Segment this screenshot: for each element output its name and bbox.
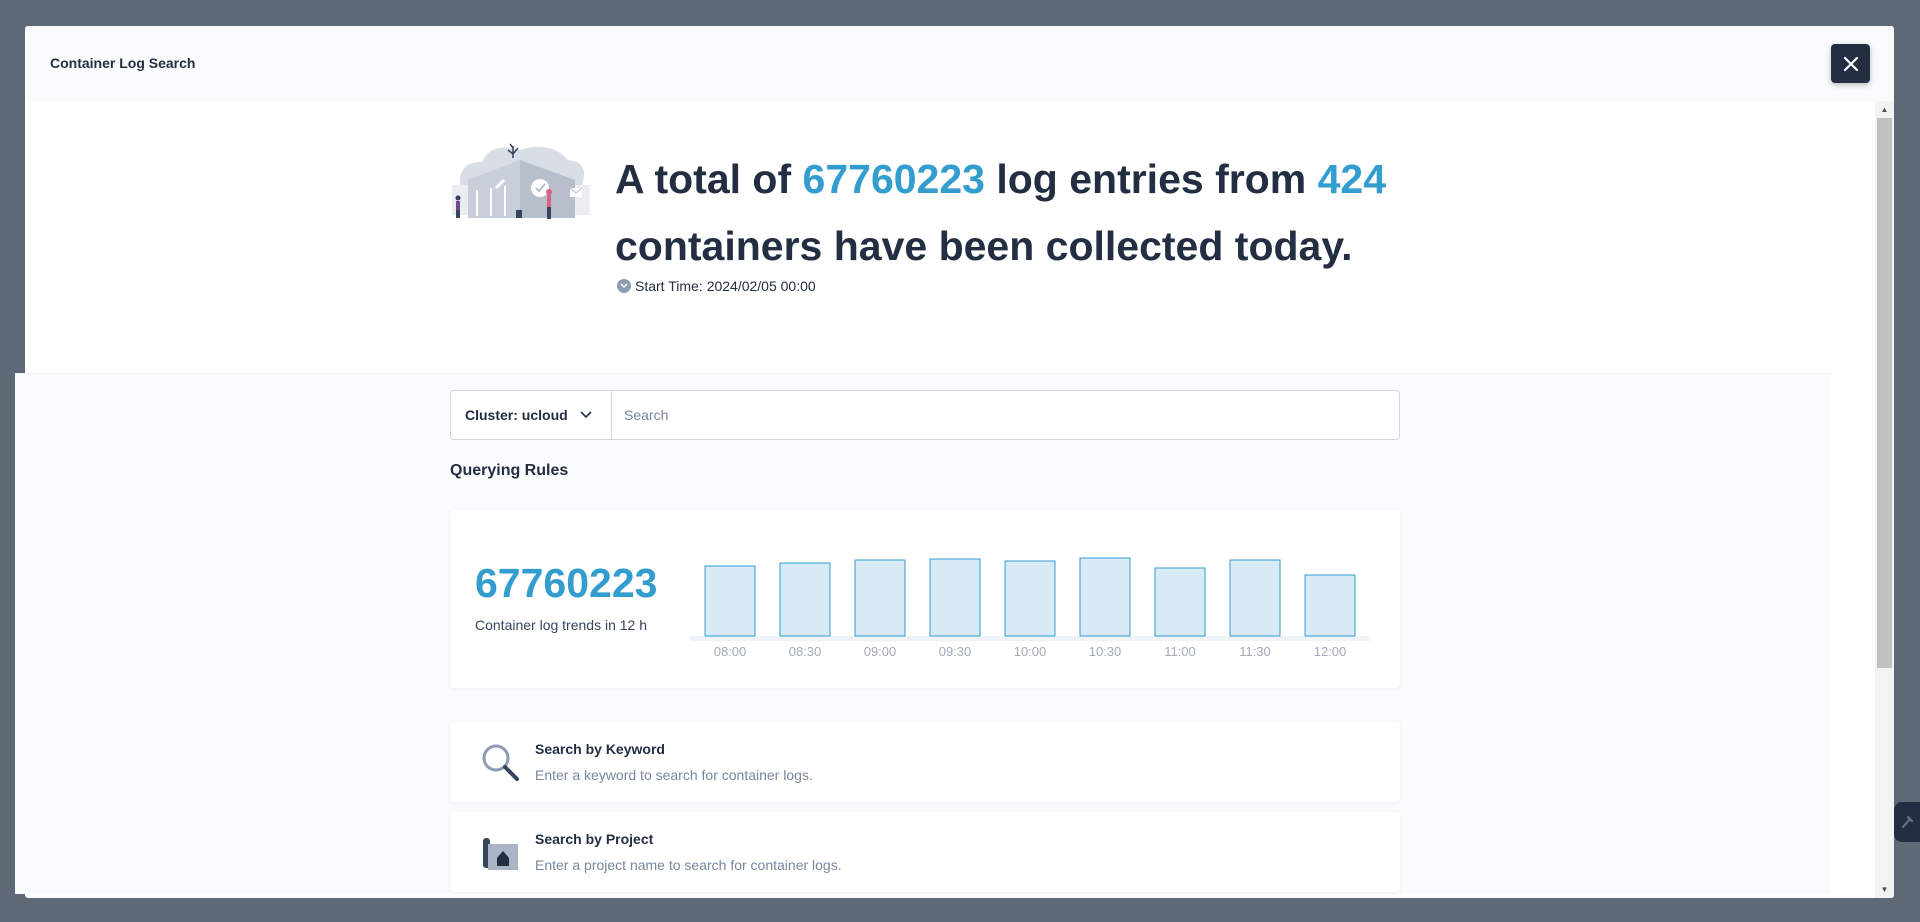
chart-baseline [690,636,1370,641]
hero-section: A total of 67760223 log entries from 424… [450,140,1386,340]
option-description: Enter a project name to search for conta… [535,857,842,873]
log-trend-chart: 08:00 08:30 09:00 09:30 10:00 10:30 11:00 11:30… [690,557,1370,659]
option-description: Enter a keyword to search for container … [535,767,813,783]
hero-suffix: containers have been collected today. [615,223,1353,269]
start-time-label: Start Time: [635,278,703,294]
x-tick-label: 09:30 [939,644,972,659]
hero-heading: A total of 67760223 log entries from 424… [615,146,1435,280]
start-time-value: 2024/02/05 00:00 [706,278,816,294]
close-button[interactable] [1831,44,1870,83]
log-trend-card: 67760223 Container log trends in 12 h 08… [450,510,1400,688]
x-tick-label: 08:00 [714,644,747,659]
chart-bar[interactable] [854,559,906,637]
search-by-project-card[interactable]: Search by Project Enter a project name t… [450,812,1400,892]
chart-bar[interactable] [704,565,756,637]
x-tick-label: 10:30 [1089,644,1122,659]
x-tick-label: 09:00 [864,644,897,659]
modal-header: Container Log Search [25,26,1894,101]
chart-bar[interactable] [1304,574,1356,637]
chart-bar[interactable] [1154,567,1206,637]
chevron-down-icon [580,411,592,419]
trend-count: 67760223 [475,560,658,606]
cluster-select-label: Cluster: ucloud [465,407,568,423]
modal-title: Container Log Search [50,55,196,71]
option-title: Search by Project [535,831,654,847]
vertical-scrollbar[interactable]: ▲ ▼ [1875,101,1894,898]
scroll-up-arrow-icon[interactable]: ▲ [1875,101,1894,118]
search-input[interactable] [612,391,1399,439]
scroll-down-arrow-icon[interactable]: ▼ [1875,881,1894,898]
log-count: 67760223 [802,156,985,202]
close-icon [1843,56,1858,71]
chart-bar[interactable] [1004,560,1056,637]
data-center-illustration-icon [452,143,590,219]
clock-icon [617,279,631,293]
hero-middle: log entries from [996,156,1307,202]
querying-rules-title: Querying Rules [450,462,569,479]
magnifier-icon [482,744,519,781]
chart-bar[interactable] [1229,559,1281,637]
project-icon [483,838,518,870]
x-tick-label: 11:00 [1164,644,1196,659]
start-time: Start Time: 2024/02/05 00:00 [617,278,816,294]
scroll-thumb[interactable] [1877,118,1892,668]
x-tick-label: 08:30 [789,644,822,659]
option-title: Search by Keyword [535,741,665,757]
hammer-icon [1902,816,1913,828]
search-bar: Cluster: ucloud [450,390,1400,440]
chart-bar[interactable] [779,562,831,637]
hero-prefix: A total of [615,156,792,202]
side-tool-button[interactable] [1894,802,1920,842]
container-count: 424 [1317,156,1387,202]
search-by-keyword-card[interactable]: Search by Keyword Enter a keyword to sea… [450,722,1400,802]
cluster-select[interactable]: Cluster: ucloud [451,391,612,439]
chart-bar[interactable] [1079,557,1131,637]
x-tick-label: 10:00 [1014,644,1047,659]
x-tick-label: 11:30 [1239,644,1271,659]
chart-bar[interactable] [929,558,981,637]
trend-label: Container log trends in 12 h [475,617,647,633]
x-tick-label: 12:00 [1314,644,1347,659]
